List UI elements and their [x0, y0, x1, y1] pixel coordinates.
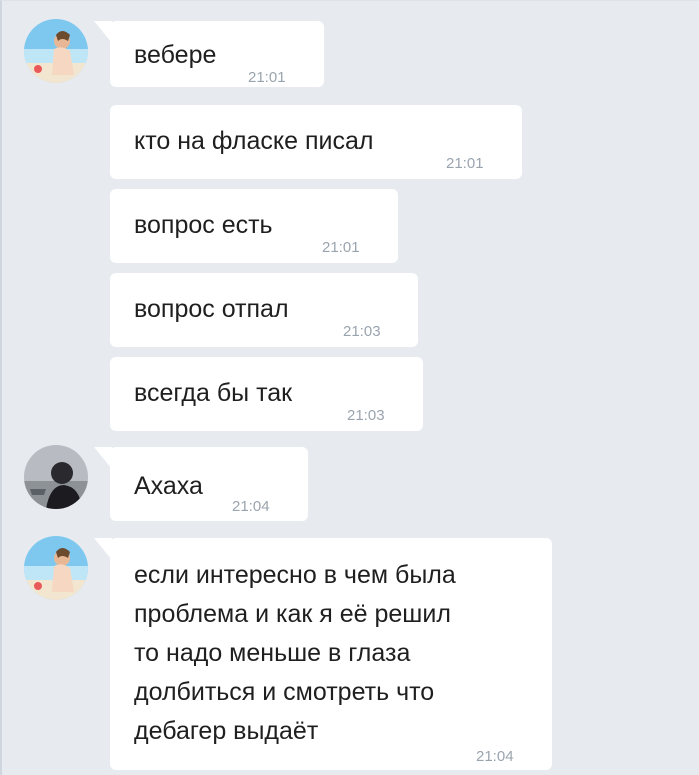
message-line: проблема и как я её решил — [134, 600, 451, 628]
message-time: 21:03 — [347, 407, 385, 424]
message-text: кто на фласке писал — [134, 127, 374, 155]
message-line: долбиться и смотреть что — [134, 678, 435, 706]
avatar-user-beach[interactable] — [24, 19, 88, 83]
message-text: вебере — [134, 41, 217, 69]
bubble-tail — [94, 447, 112, 469]
message-time: 21:04 — [232, 498, 270, 515]
message-line: то надо меньше в глаза — [134, 639, 411, 667]
message-text: всегда бы так — [134, 379, 293, 407]
message-bubble[interactable]: вопрос отпал 21:03 — [110, 273, 418, 347]
message-time: 21:01 — [322, 239, 360, 256]
chat-history: вебере 21:01 кто на фласке писал 21:01 в… — [0, 0, 699, 775]
message-time: 21:03 — [343, 323, 381, 340]
bubble-tail — [94, 538, 112, 560]
message-time: 21:01 — [446, 155, 484, 172]
avatar-user-dark[interactable] — [24, 445, 88, 509]
message-text-multiline: если интересно в чем была проблема и как… — [134, 556, 554, 751]
message-time: 21:04 — [476, 748, 514, 765]
bubble-tail — [94, 21, 112, 43]
message-bubble[interactable]: вопрос есть 21:01 — [110, 189, 398, 263]
message-bubble[interactable]: если интересно в чем была проблема и как… — [94, 538, 554, 770]
message-text: Ахаха — [134, 472, 203, 500]
message-time: 21:01 — [248, 69, 286, 86]
message-bubble[interactable]: вебере 21:01 — [94, 21, 324, 87]
avatar-beach-image — [24, 19, 88, 83]
message-bubble[interactable]: Ахаха 21:04 — [94, 447, 308, 521]
message-text: вопрос отпал — [134, 295, 289, 323]
message-line: если интересно в чем была — [134, 561, 456, 589]
message-bubble[interactable]: всегда бы так 21:03 — [110, 357, 423, 431]
avatar-dark-image — [24, 445, 88, 509]
message-text: вопрос есть — [134, 211, 273, 239]
message-bubble[interactable]: кто на фласке писал 21:01 — [110, 105, 522, 179]
avatar-user-beach[interactable] — [24, 536, 88, 600]
avatar-beach-image — [24, 536, 88, 600]
